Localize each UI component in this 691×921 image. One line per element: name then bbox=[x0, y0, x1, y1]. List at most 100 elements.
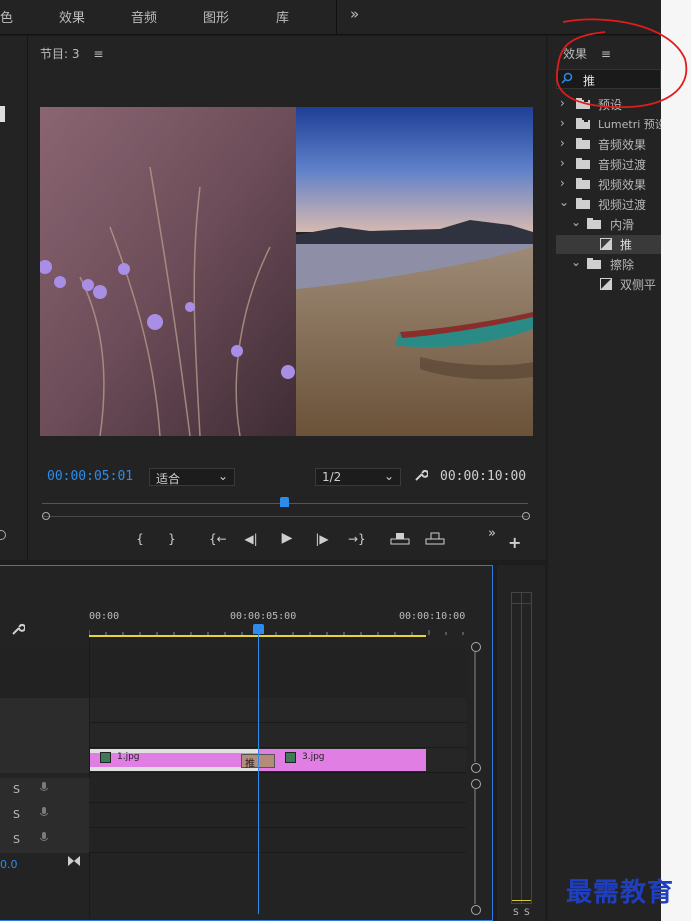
watermark-logo: 最需教育 bbox=[566, 878, 675, 908]
menu-color[interactable]: 色 bbox=[0, 7, 13, 26]
page-background-right bbox=[661, 0, 691, 921]
source-thumbnail-edge bbox=[0, 106, 5, 122]
tree-item-label: 擦除 bbox=[610, 258, 635, 272]
resolution-select[interactable]: 1/2 ⌄ bbox=[315, 468, 401, 486]
meter-solo-left[interactable]: S bbox=[513, 908, 519, 918]
chevron-down-icon: ⌄ bbox=[571, 215, 582, 229]
menu-effects[interactable]: 效果 bbox=[59, 7, 85, 26]
menu-divider bbox=[336, 0, 337, 34]
program-duration: 00:00:10:00 bbox=[440, 469, 527, 484]
scroll-handle[interactable] bbox=[471, 905, 481, 915]
tree-item-audio-effects[interactable]: › 音频效果 bbox=[556, 135, 661, 154]
zoom-handle-right[interactable] bbox=[522, 512, 530, 520]
tree-item-label: Lumetri 预设 bbox=[598, 118, 661, 131]
go-to-out-button[interactable]: →} bbox=[348, 532, 366, 546]
solo-button[interactable]: S bbox=[13, 783, 20, 796]
audio-meter-panel: S S bbox=[497, 565, 545, 921]
menu-icon[interactable]: ≡ bbox=[93, 47, 103, 61]
step-forward-button[interactable]: |▶ bbox=[314, 532, 330, 546]
extract-icon[interactable] bbox=[425, 532, 445, 549]
folder-icon bbox=[587, 258, 601, 272]
timeline-playhead-line bbox=[258, 634, 259, 914]
timeline-playhead[interactable] bbox=[253, 624, 264, 634]
menu-audio[interactable]: 音频 bbox=[131, 7, 157, 26]
fx-badge-icon bbox=[100, 752, 111, 763]
ruler-label-mid: 00:00:05:00 bbox=[230, 611, 297, 622]
microphone-icon[interactable] bbox=[39, 806, 49, 823]
folder-icon bbox=[576, 138, 590, 152]
transition-label: 推 bbox=[245, 759, 255, 770]
bowtie-icon[interactable] bbox=[68, 855, 80, 869]
menu-graphics[interactable]: 图形 bbox=[203, 7, 229, 26]
tree-item-label: 音频效果 bbox=[598, 138, 647, 152]
resolution-select-value: 1/2 bbox=[322, 470, 342, 484]
tree-item-push[interactable]: 推 bbox=[556, 235, 661, 254]
scroll-handle[interactable] bbox=[471, 763, 481, 773]
more-workspaces-button[interactable]: » bbox=[350, 5, 359, 23]
folder-icon bbox=[576, 198, 590, 212]
more-buttons[interactable]: » bbox=[488, 526, 496, 541]
tree-item-video-effects[interactable]: › 视频效果 bbox=[556, 175, 661, 194]
fit-select-value: 适合 bbox=[156, 472, 181, 486]
fx-badge-icon bbox=[285, 752, 296, 763]
folder-special-icon bbox=[576, 118, 590, 132]
wrench-icon[interactable] bbox=[11, 622, 26, 639]
tree-item-double-side[interactable]: 双侧平 bbox=[556, 275, 661, 294]
source-scrub-handle[interactable] bbox=[0, 530, 6, 540]
button-editor-add[interactable]: + bbox=[508, 533, 521, 552]
scroll-handle[interactable] bbox=[471, 779, 481, 789]
tree-item-label: 视频效果 bbox=[598, 178, 647, 192]
program-title-text: 节目: 3 bbox=[40, 47, 80, 61]
solo-button[interactable]: S bbox=[13, 833, 20, 846]
timeline-vertical-scroll[interactable] bbox=[466, 637, 481, 917]
tree-item-wipe[interactable]: ⌄ 擦除 bbox=[556, 255, 661, 274]
chevron-right-icon: › bbox=[560, 116, 565, 130]
folder-icon bbox=[587, 218, 601, 232]
step-back-button[interactable]: ◀| bbox=[243, 532, 259, 546]
scroll-track[interactable] bbox=[474, 652, 476, 762]
tree-item-label: 推 bbox=[620, 238, 633, 252]
fit-select[interactable]: 适合 ⌄ bbox=[149, 468, 235, 486]
tree-item-lumetri-presets[interactable]: › Lumetri 预设 bbox=[556, 115, 661, 134]
chevron-down-icon: ⌄ bbox=[217, 469, 228, 483]
clip-name-3: 3.jpg bbox=[302, 752, 325, 762]
program-current-time[interactable]: 00:00:05:01 bbox=[47, 469, 133, 484]
scroll-handle[interactable] bbox=[471, 642, 481, 652]
ruler-label-end: 00:00:10:00 bbox=[399, 611, 466, 622]
zoom-scroll-track[interactable] bbox=[42, 516, 528, 517]
play-button[interactable]: ▶ bbox=[279, 530, 295, 546]
program-playhead[interactable] bbox=[280, 497, 289, 507]
solo-button[interactable]: S bbox=[13, 808, 20, 821]
mark-in-button[interactable]: { bbox=[132, 532, 148, 546]
chevron-right-icon: › bbox=[560, 176, 565, 190]
microphone-icon[interactable] bbox=[39, 781, 49, 798]
meter-solo-right[interactable]: S bbox=[524, 908, 530, 918]
lift-icon[interactable] bbox=[390, 532, 410, 549]
scroll-track[interactable] bbox=[474, 789, 476, 904]
go-to-in-button[interactable]: {← bbox=[209, 532, 227, 546]
chevron-down-icon: ⌄ bbox=[571, 255, 582, 269]
tree-item-label: 双侧平 bbox=[620, 278, 657, 292]
program-video-frame bbox=[40, 107, 533, 436]
tree-item-label: 内滑 bbox=[610, 218, 635, 232]
video-frame-image bbox=[40, 107, 533, 436]
zoom-handle-left[interactable] bbox=[42, 512, 50, 520]
chevron-right-icon: › bbox=[560, 136, 565, 150]
chevron-down-icon: ⌄ bbox=[383, 469, 394, 483]
clip-edge bbox=[90, 767, 258, 771]
master-volume[interactable]: 0.0 bbox=[0, 858, 18, 871]
tree-item-audio-transitions[interactable]: › 音频过渡 bbox=[556, 155, 661, 174]
meter-level bbox=[512, 900, 531, 901]
mark-out-button[interactable]: } bbox=[164, 532, 180, 546]
source-monitor-edge bbox=[0, 36, 28, 560]
wrench-icon[interactable] bbox=[414, 468, 429, 485]
microphone-icon[interactable] bbox=[39, 831, 49, 848]
tree-item-slide[interactable]: ⌄ 内滑 bbox=[556, 215, 661, 234]
menu-library[interactable]: 库 bbox=[276, 7, 289, 26]
track-v3 bbox=[0, 648, 466, 699]
tree-item-video-transitions[interactable]: ⌄ 视频过渡 bbox=[556, 195, 661, 214]
ruler-label-start: 00:00 bbox=[89, 611, 120, 622]
chevron-down-icon: ⌄ bbox=[559, 195, 570, 209]
chevron-right-icon: › bbox=[560, 156, 565, 170]
transition-icon bbox=[600, 238, 612, 253]
